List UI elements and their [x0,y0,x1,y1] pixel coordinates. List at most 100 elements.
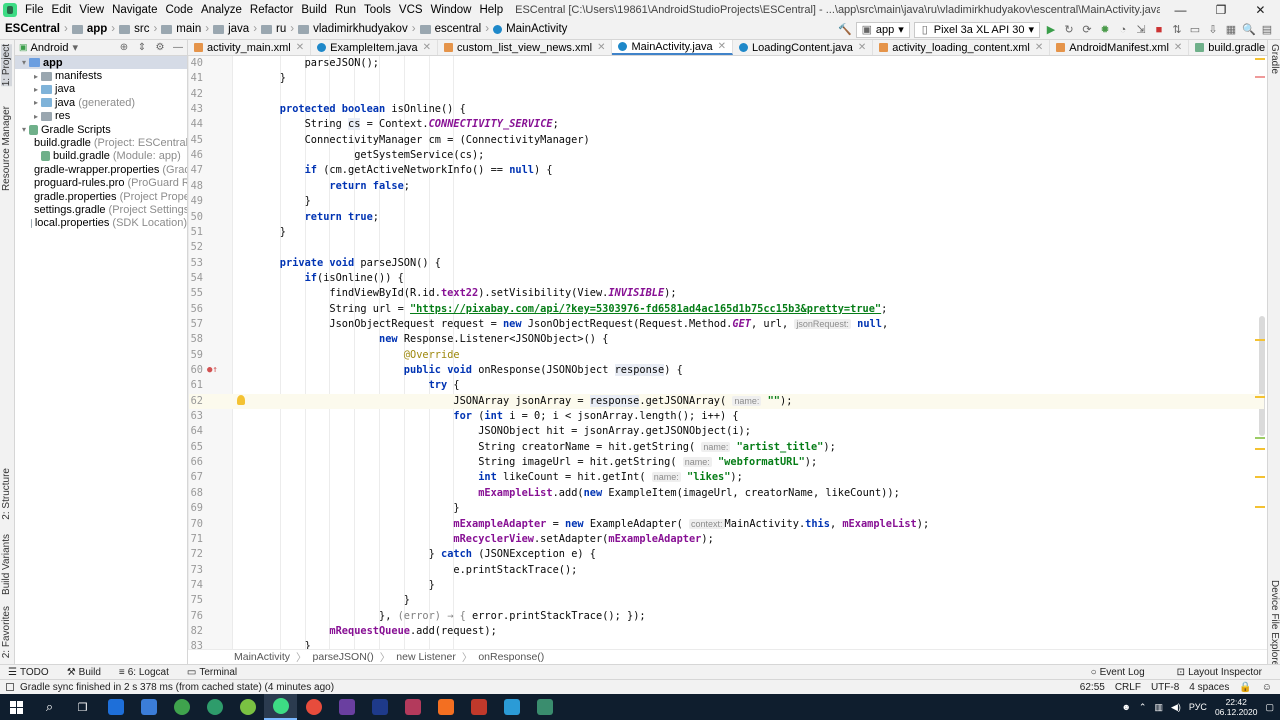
clock[interactable]: 22:42 06.12.2020 [1215,697,1258,717]
error-stripe-mark[interactable] [1255,396,1265,398]
chevron-up-icon[interactable]: ⌃ [1139,702,1147,713]
menu-item-window[interactable]: Window [427,4,476,16]
editor-tab[interactable]: AndroidManifest.xml ✕ [1050,40,1190,55]
device-select[interactable]: ▯ Pixel 3a XL API 30 ▾ [913,21,1040,38]
close-button[interactable]: ✕ [1255,3,1265,17]
status-square-icon[interactable] [6,683,14,691]
taskbar-app-icon[interactable] [264,694,297,720]
taskbar-app-icon[interactable] [528,694,561,720]
tab-event-log[interactable]: ○ Event Log [1091,667,1145,678]
tree-item[interactable]: proguard-rules.pro(ProGuard Rul [15,177,187,190]
breadcrumb-item[interactable]: ESCentral [5,23,60,35]
people-icon[interactable]: ☻ [1121,702,1130,712]
taskbar-app-icon[interactable] [429,694,462,720]
error-stripe-mark[interactable] [1255,58,1265,60]
menu-item-tools[interactable]: Tools [360,4,395,16]
tree-item[interactable]: ▸ res [15,110,187,123]
status-message[interactable]: Gradle sync finished in 2 s 378 ms (from… [20,682,334,693]
apply-code-changes-icon[interactable]: ⟳ [1080,23,1094,37]
taskbar-app-icon[interactable] [330,694,363,720]
start-button[interactable] [0,694,33,720]
breadcrumb-item[interactable]: escentral [435,23,482,35]
close-tab-icon[interactable]: ✕ [1174,42,1182,53]
menu-item-view[interactable]: View [75,4,108,16]
error-stripe-mark[interactable] [1255,476,1265,478]
tab-gradle[interactable]: Gradle [1269,44,1280,74]
tab-favorites[interactable]: 2: Favorites [1,606,12,658]
error-stripe-mark[interactable] [1255,339,1265,341]
taskbar-app-icon[interactable] [495,694,528,720]
attach-debugger-icon[interactable]: ⇲ [1134,23,1148,37]
line-separator[interactable]: CRLF [1115,682,1141,693]
view-mode-select[interactable]: Android [31,42,69,54]
hide-icon[interactable]: — [169,41,187,55]
tab-logcat[interactable]: ≡ 6: Logcat [119,667,169,678]
tree-item[interactable]: ▸ java (generated) [15,96,187,109]
notifications-icon[interactable]: ▢ [1265,702,1274,713]
editor-tab[interactable]: custom_list_view_news.xml ✕ [438,40,613,55]
close-tab-icon[interactable]: ✕ [718,41,726,52]
run-icon[interactable]: ▶ [1044,23,1058,37]
chevron-down-icon[interactable]: ▾ [72,41,78,54]
tree-item[interactable]: gradle-wrapper.properties(Gradle [15,163,187,176]
tab-project[interactable]: 1: Project [1,44,12,87]
file-encoding[interactable]: UTF-8 [1151,682,1179,693]
editor-breadcrumb-item[interactable]: new Listener [396,651,456,663]
tree-item[interactable]: gradle.properties(Project Properti [15,190,187,203]
breadcrumb-item[interactable]: ru [276,23,286,35]
search-icon[interactable]: ⌕ [33,694,66,720]
indent-setting[interactable]: 4 spaces [1189,682,1229,693]
caret-position[interactable]: 62:55 [1080,682,1105,693]
profile-icon[interactable]: ◔ [1116,23,1130,37]
taskbar-app-icon[interactable] [198,694,231,720]
menu-item-vcs[interactable]: VCS [395,4,427,16]
editor-tab[interactable]: MainActivity.java ✕ [612,40,733,55]
breadcrumb-item[interactable]: src [134,23,149,35]
run-config-select[interactable]: ▣ app ▾ [855,21,910,38]
editor-tab[interactable]: activity_loading_content.xml ✕ [873,40,1051,55]
lock-icon[interactable]: 🔒 [1239,682,1251,693]
search-icon[interactable]: 🔍 [1242,23,1256,37]
editor-tab[interactable]: LoadingContent.java ✕ [733,40,874,55]
breadcrumb-item[interactable]: app [87,23,107,35]
tree-item[interactable]: settings.gradle (Project Settings) [15,203,187,216]
settings-icon[interactable]: ▤ [1260,23,1274,37]
tree-item[interactable]: ▸ java [15,83,187,96]
gear-icon[interactable]: ⚙ [151,41,169,55]
error-stripe-mark[interactable] [1255,437,1265,439]
editor-tab[interactable]: ExampleItem.java ✕ [311,40,438,55]
menu-item-edit[interactable]: Edit [48,4,76,16]
layout-inspector-icon[interactable]: ▦ [1224,23,1238,37]
sdk-manager-icon[interactable]: ⇩ [1206,23,1220,37]
menu-item-build[interactable]: Build [297,4,331,16]
stop-icon[interactable]: ■ [1152,23,1166,37]
menu-item-file[interactable]: File [21,4,48,16]
code-editor[interactable]: 40 parseJSON(); 41} 42 43 protected boolean i… [188,56,1267,649]
task-view-icon[interactable]: ❐ [66,694,99,720]
close-tab-icon[interactable]: ✕ [597,42,605,53]
tab-build[interactable]: ⚒ Build [67,667,101,678]
taskbar-app-icon[interactable] [363,694,396,720]
hammer-icon[interactable]: 🔨 [838,23,852,37]
tree-item[interactable]: ▸ manifests [15,69,187,82]
tab-todo[interactable]: ☰ TODO [8,667,49,678]
error-stripe-mark[interactable] [1255,76,1265,78]
network-icon[interactable]: ▥ [1154,702,1163,713]
menu-item-help[interactable]: Help [475,4,507,16]
minimize-button[interactable]: — [1175,3,1187,17]
maximize-button[interactable]: ❐ [1216,3,1227,17]
close-tab-icon[interactable]: ✕ [858,42,866,53]
debug-icon[interactable]: ✹ [1098,23,1112,37]
language-indicator[interactable]: РУС [1189,702,1207,712]
editor-breadcrumb-item[interactable]: onResponse() [478,651,544,663]
breadcrumb-item[interactable]: main [176,23,201,35]
editor-breadcrumb-item[interactable]: MainActivity [234,651,290,663]
tab-device-file-explorer[interactable]: Device File Explorer [1269,580,1280,669]
tab-resource-manager[interactable]: Resource Manager [1,106,12,191]
error-stripe-mark[interactable] [1255,506,1265,508]
tree-item[interactable]: build.gradle (Project: ESCentral) [15,136,187,149]
lightbulb-icon[interactable] [237,394,245,405]
taskbar-app-icon[interactable] [132,694,165,720]
menu-item-navigate[interactable]: Navigate [108,4,161,16]
taskbar-app-icon[interactable] [297,694,330,720]
